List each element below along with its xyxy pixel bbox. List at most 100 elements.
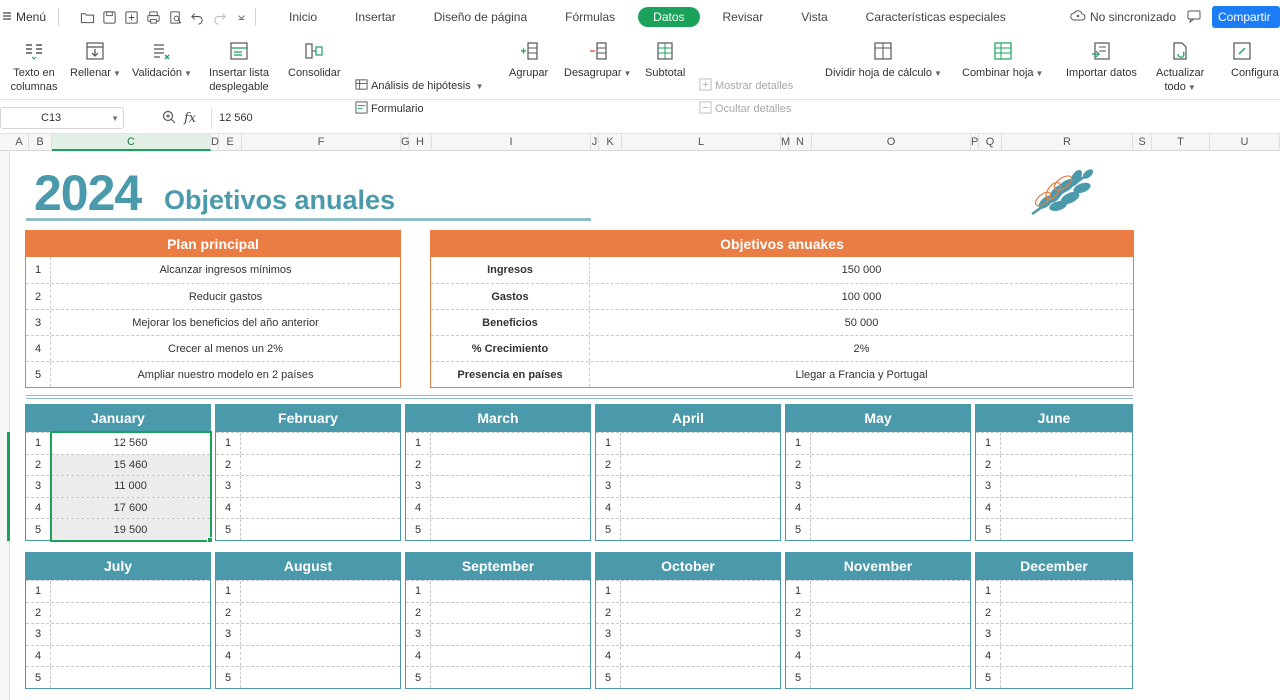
column-header-c[interactable]: C [52, 134, 211, 151]
table-row[interactable]: 1 [786, 580, 970, 602]
month-value-cell[interactable] [431, 455, 590, 476]
month-value-cell[interactable] [621, 433, 780, 454]
table-row[interactable]: 5 [216, 518, 400, 540]
plan-item[interactable]: Alcanzar ingresos mínimos [51, 257, 400, 283]
tab-diseño-de-página[interactable]: Diseño de página [415, 7, 546, 27]
month-value-cell[interactable] [241, 476, 400, 497]
month-value-cell[interactable] [431, 519, 590, 540]
month-value-cell[interactable] [811, 646, 970, 667]
column-header-j[interactable]: J [591, 134, 599, 151]
table-row[interactable]: 3 [216, 475, 400, 497]
plan-item[interactable]: Mejorar los beneficios del año anterior [51, 310, 400, 335]
table-row[interactable]: 5 [216, 666, 400, 688]
table-row[interactable]: 5 [596, 666, 780, 688]
table-row[interactable]: 1 [26, 580, 210, 602]
goal-value[interactable]: Llegar a Francia y Portugal [590, 362, 1133, 387]
export-icon[interactable] [121, 7, 141, 27]
table-row[interactable]: 4 [786, 496, 970, 519]
table-row[interactable]: 2 [406, 601, 590, 624]
table-row[interactable]: 4 [786, 644, 970, 667]
split-sheet-button[interactable]: Dividir hoja de cálculo ▼ [825, 40, 942, 81]
table-row[interactable]: Gastos 100 000 [431, 283, 1133, 309]
configure-button[interactable]: Configura [1231, 40, 1279, 80]
table-row[interactable]: 2 [976, 453, 1132, 476]
table-row[interactable]: 5 [596, 518, 780, 540]
select-all-corner[interactable] [0, 134, 10, 151]
month-value-cell[interactable] [241, 624, 400, 645]
month-value-cell[interactable] [241, 433, 400, 454]
what-if-analysis-button[interactable]: Análisis de hipótesis ▼ [355, 78, 484, 94]
table-row[interactable]: 3 [26, 623, 210, 645]
table-row[interactable]: Beneficios 50 000 [431, 309, 1133, 335]
column-header-r[interactable]: R [1002, 134, 1133, 151]
month-value-cell[interactable] [241, 603, 400, 624]
table-row[interactable]: 5 19 500 [26, 518, 210, 540]
month-value-cell[interactable] [1001, 433, 1132, 454]
month-value-cell[interactable] [241, 667, 400, 688]
table-row[interactable]: 2 Reducir gastos [26, 283, 400, 309]
validation-button[interactable]: Validación ▼ [132, 40, 192, 81]
print-icon[interactable] [143, 7, 163, 27]
tab-inicio[interactable]: Inicio [270, 7, 336, 27]
table-row[interactable]: 5 [786, 666, 970, 688]
plan-item[interactable]: Crecer al menos un 2% [51, 336, 400, 361]
month-value-cell[interactable] [431, 433, 590, 454]
month-value-cell[interactable]: 19 500 [51, 519, 210, 540]
column-header-i[interactable]: I [432, 134, 591, 151]
column-header-u[interactable]: U [1210, 134, 1280, 151]
column-header-t[interactable]: T [1152, 134, 1210, 151]
month-value-cell[interactable] [431, 646, 590, 667]
table-row[interactable]: 4 [26, 644, 210, 667]
month-value-cell[interactable] [621, 624, 780, 645]
table-row[interactable]: 4 [596, 644, 780, 667]
merge-sheet-button[interactable]: Combinar hoja ▼ [962, 40, 1043, 81]
month-value-cell[interactable] [811, 455, 970, 476]
column-header-m[interactable]: M [781, 134, 790, 151]
column-header-d[interactable]: D [211, 134, 219, 151]
month-value-cell[interactable] [1001, 455, 1132, 476]
group-button[interactable]: Agrupar [509, 40, 548, 80]
month-value-cell[interactable] [51, 646, 210, 667]
column-header-k[interactable]: K [599, 134, 622, 151]
zoom-search-icon[interactable] [162, 110, 176, 127]
month-value-cell[interactable] [811, 603, 970, 624]
month-value-cell[interactable] [51, 624, 210, 645]
formula-input[interactable]: 12 560 [211, 107, 1280, 129]
column-header-e[interactable]: E [219, 134, 242, 151]
save-icon[interactable] [99, 7, 119, 27]
table-row[interactable]: 1 [216, 432, 400, 454]
month-value-cell[interactable] [621, 603, 780, 624]
table-row[interactable]: 1 [976, 432, 1132, 454]
customize-toolbar-icon[interactable] [231, 7, 251, 27]
month-value-cell[interactable] [1001, 498, 1132, 519]
table-row[interactable]: 1 Alcanzar ingresos mínimos [26, 257, 400, 283]
month-value-cell[interactable] [1001, 581, 1132, 602]
goal-value[interactable]: 50 000 [590, 310, 1133, 335]
month-value-cell[interactable] [431, 624, 590, 645]
subtotal-button[interactable]: Subtotal [645, 40, 685, 80]
month-value-cell[interactable] [1001, 519, 1132, 540]
table-row[interactable]: 2 [26, 601, 210, 624]
table-row[interactable]: 2 [216, 601, 400, 624]
table-row[interactable]: 4 [976, 644, 1132, 667]
month-value-cell[interactable] [1001, 603, 1132, 624]
table-row[interactable]: 3 Mejorar los beneficios del año anterior [26, 309, 400, 335]
month-value-cell[interactable] [1001, 624, 1132, 645]
goal-value[interactable]: 150 000 [590, 257, 1133, 283]
month-value-cell[interactable] [811, 498, 970, 519]
month-value-cell[interactable] [621, 581, 780, 602]
month-value-cell[interactable] [241, 646, 400, 667]
table-row[interactable]: 5 Ampliar nuestro modelo en 2 países [26, 361, 400, 387]
table-row[interactable]: Presencia en países Llegar a Francia y Po… [431, 361, 1133, 387]
table-row[interactable]: 3 [786, 623, 970, 645]
table-row[interactable]: 3 [786, 475, 970, 497]
month-value-cell[interactable] [51, 667, 210, 688]
refresh-all-button[interactable]: Actualizar todo ▼ [1156, 40, 1204, 95]
table-row[interactable]: 2 [786, 601, 970, 624]
table-row[interactable]: 2 [406, 453, 590, 476]
plan-item[interactable]: Ampliar nuestro modelo en 2 países [51, 362, 400, 387]
month-value-cell[interactable] [811, 624, 970, 645]
table-row[interactable]: 2 15 460 [26, 453, 210, 476]
table-row[interactable]: 1 [406, 580, 590, 602]
month-value-cell[interactable] [431, 581, 590, 602]
